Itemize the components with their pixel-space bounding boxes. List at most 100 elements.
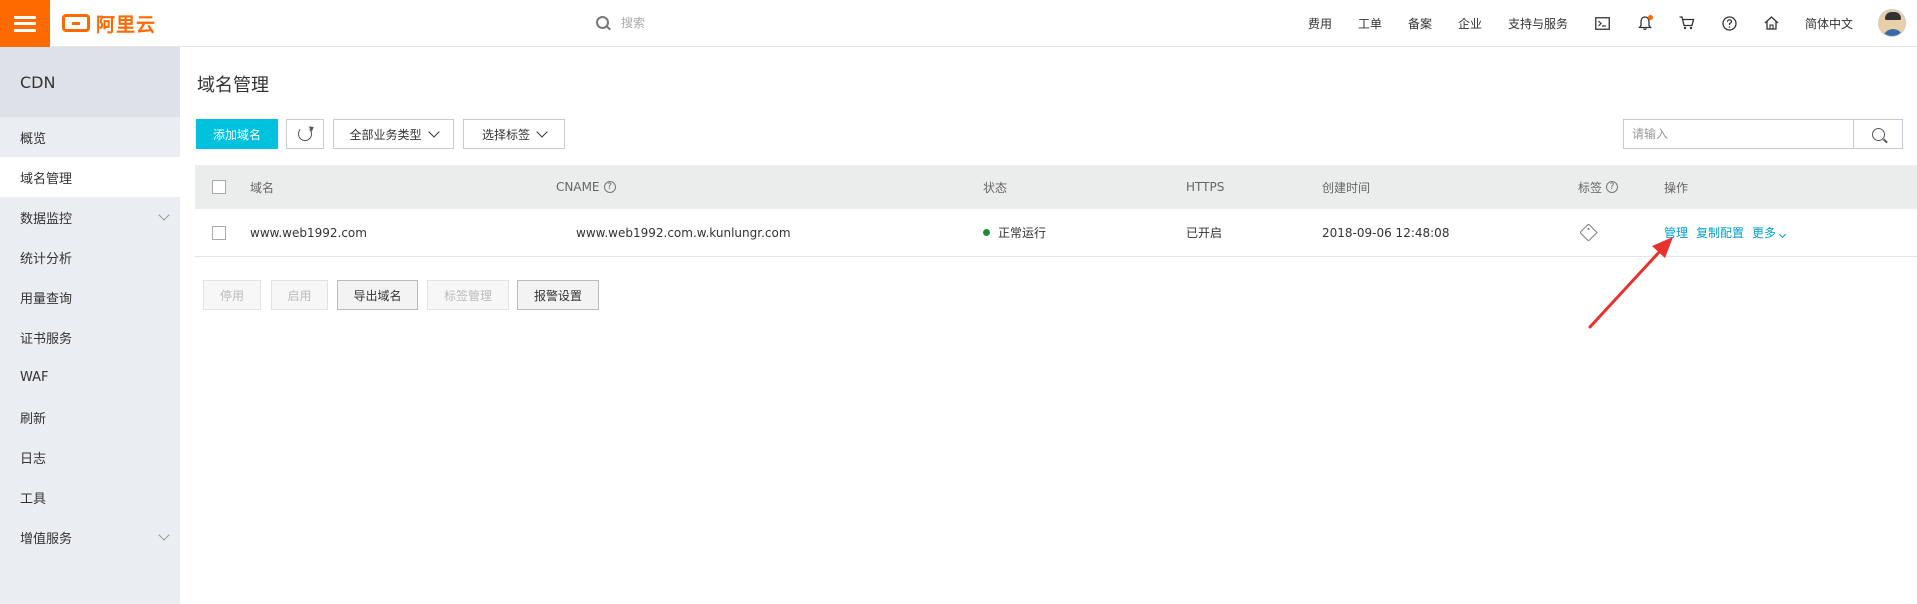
nav-link-icp[interactable]: 备案 [1408, 15, 1432, 32]
sidebar-item-label: 工具 [20, 491, 47, 507]
home-icon[interactable] [1762, 14, 1780, 32]
chevron-down-icon [158, 529, 170, 541]
more-dropdown[interactable]: 更多 [1752, 224, 1787, 241]
sidebar-item-waf[interactable]: WAF [0, 357, 180, 397]
help-circle-icon[interactable] [1720, 14, 1738, 32]
sidebar-item-certificates[interactable]: 证书服务 [0, 317, 180, 357]
header-ops: 操作 [1664, 180, 1689, 195]
chevron-down-icon [1779, 230, 1787, 239]
chevron-down-icon [427, 126, 440, 138]
chevron-down-icon [536, 126, 548, 138]
manage-link[interactable]: 管理 [1664, 224, 1688, 241]
header-status: 状态 [983, 180, 1008, 195]
notification-dot [1648, 15, 1653, 20]
header-cname-label: CNAME [556, 180, 600, 194]
row-domain: www.web1992.com [250, 225, 367, 240]
header-tag: 标签? [1578, 165, 1619, 209]
sidebar-item-label: 概览 [20, 131, 47, 147]
sidebar-item-overview[interactable]: 概览 [0, 117, 180, 157]
more-label: 更多 [1752, 226, 1777, 240]
business-type-label: 全部业务类型 [349, 127, 422, 142]
avatar[interactable] [1878, 9, 1906, 37]
copy-config-link[interactable]: 复制配置 [1696, 224, 1744, 241]
sidebar: CDN 概览 域名管理 数据监控 统计分析 用量查询 证书服务 WAF 刷新 日… [0, 47, 180, 604]
tag-manage-button[interactable]: 标签管理 [427, 280, 509, 310]
sidebar-item-label: 日志 [20, 451, 47, 467]
sidebar-item-monitoring[interactable]: 数据监控 [0, 197, 180, 237]
table-header: 域名 CNAME? 状态 HTTPS 创建时间 标签? 操作 [195, 165, 1917, 209]
row-select-cell [212, 209, 226, 256]
logo-text: 阿里云 [96, 13, 157, 36]
bulk-stop-button[interactable]: 停用 [203, 280, 261, 310]
sidebar-item-label: 刷新 [20, 411, 47, 427]
sidebar-item-label: 证书服务 [20, 331, 73, 347]
search-icon [1871, 127, 1885, 141]
sidebar-item-tools[interactable]: 工具 [0, 477, 180, 517]
row-created: 2018-09-06 12:48:08 [1322, 225, 1450, 240]
alarm-settings-button[interactable]: 报警设置 [517, 280, 599, 310]
header-https: HTTPS [1186, 180, 1225, 194]
header-tag-label: 标签 [1578, 180, 1603, 195]
hamburger-icon [14, 15, 36, 32]
domain-search [1623, 119, 1903, 149]
header-cname: CNAME? [556, 165, 616, 209]
cart-icon[interactable] [1678, 14, 1696, 32]
main-content: 域名管理 添加域名 全部业务类型 选择标签 域名 CNAME? 状态 HTTPS… [180, 47, 1917, 604]
row-checkbox[interactable] [212, 225, 226, 240]
terminal-icon[interactable] [1593, 14, 1611, 32]
status-dot [983, 229, 990, 236]
tag-filter[interactable]: 选择标签 [463, 119, 565, 149]
top-bar: 阿里云 费用 工单 备案 企业 支持与服务 简体中文 [0, 0, 1917, 47]
sidebar-item-label: 统计分析 [20, 251, 73, 267]
global-search-input[interactable] [619, 15, 783, 31]
row-tag-cell [1579, 209, 1598, 256]
nav-link-support[interactable]: 支持与服务 [1508, 15, 1568, 32]
refresh-button[interactable] [286, 119, 324, 149]
row-https: 已开启 [1186, 226, 1223, 240]
page-title: 域名管理 [197, 75, 269, 96]
select-all-cell [212, 165, 226, 209]
logo[interactable]: 阿里云 [62, 12, 157, 36]
sidebar-item-label: 域名管理 [20, 171, 73, 187]
header-domain: 域名 [250, 180, 275, 195]
search-icon [596, 15, 611, 31]
row-ops: 管理 复制配置 更多 [1664, 209, 1793, 256]
sidebar-item-domain-management[interactable]: 域名管理 [0, 157, 180, 197]
nav-link-billing[interactable]: 费用 [1308, 15, 1332, 32]
row-status-label: 正常运行 [998, 226, 1047, 240]
business-type-filter[interactable]: 全部业务类型 [333, 119, 454, 149]
select-all-checkbox[interactable] [212, 180, 226, 194]
domain-search-button[interactable] [1853, 120, 1902, 148]
header-created: 创建时间 [1322, 180, 1371, 195]
bulk-start-button[interactable]: 启用 [271, 280, 328, 310]
domain-search-input[interactable] [1624, 120, 1853, 148]
help-icon[interactable]: ? [603, 181, 616, 193]
global-search[interactable] [596, 12, 796, 34]
row-cname: www.web1992.com.w.kunlungr.com [576, 225, 791, 240]
nav-link-ticket[interactable]: 工单 [1358, 15, 1382, 32]
sidebar-title: CDN [0, 47, 180, 117]
nav-link-enterprise[interactable]: 企业 [1458, 15, 1482, 32]
help-icon[interactable]: ? [1606, 181, 1619, 193]
sidebar-item-refresh[interactable]: 刷新 [0, 397, 180, 437]
bell-icon[interactable] [1636, 14, 1654, 32]
sidebar-item-label: 增值服务 [20, 531, 73, 547]
language-switch[interactable]: 简体中文 [1805, 15, 1853, 32]
sidebar-item-value-added[interactable]: 增值服务 [0, 517, 180, 557]
sidebar-item-analytics[interactable]: 统计分析 [0, 237, 180, 277]
export-domains-button[interactable]: 导出域名 [337, 280, 418, 310]
aliyun-logo-icon [62, 14, 90, 32]
sidebar-item-label: WAF [20, 369, 49, 385]
sidebar-item-label: 用量查询 [20, 291, 73, 307]
menu-button[interactable] [0, 0, 50, 47]
chevron-down-icon [158, 209, 170, 221]
add-domain-button[interactable]: 添加域名 [196, 119, 278, 149]
sidebar-item-usage[interactable]: 用量查询 [0, 277, 180, 317]
table-row: www.web1992.com www.web1992.com.w.kunlun… [195, 209, 1917, 257]
tag-icon[interactable] [1579, 223, 1598, 242]
tag-filter-label: 选择标签 [481, 127, 530, 142]
sidebar-item-logs[interactable]: 日志 [0, 437, 180, 477]
row-status: 正常运行 [983, 209, 1046, 256]
refresh-icon [298, 127, 312, 141]
sidebar-item-label: 数据监控 [20, 211, 73, 227]
